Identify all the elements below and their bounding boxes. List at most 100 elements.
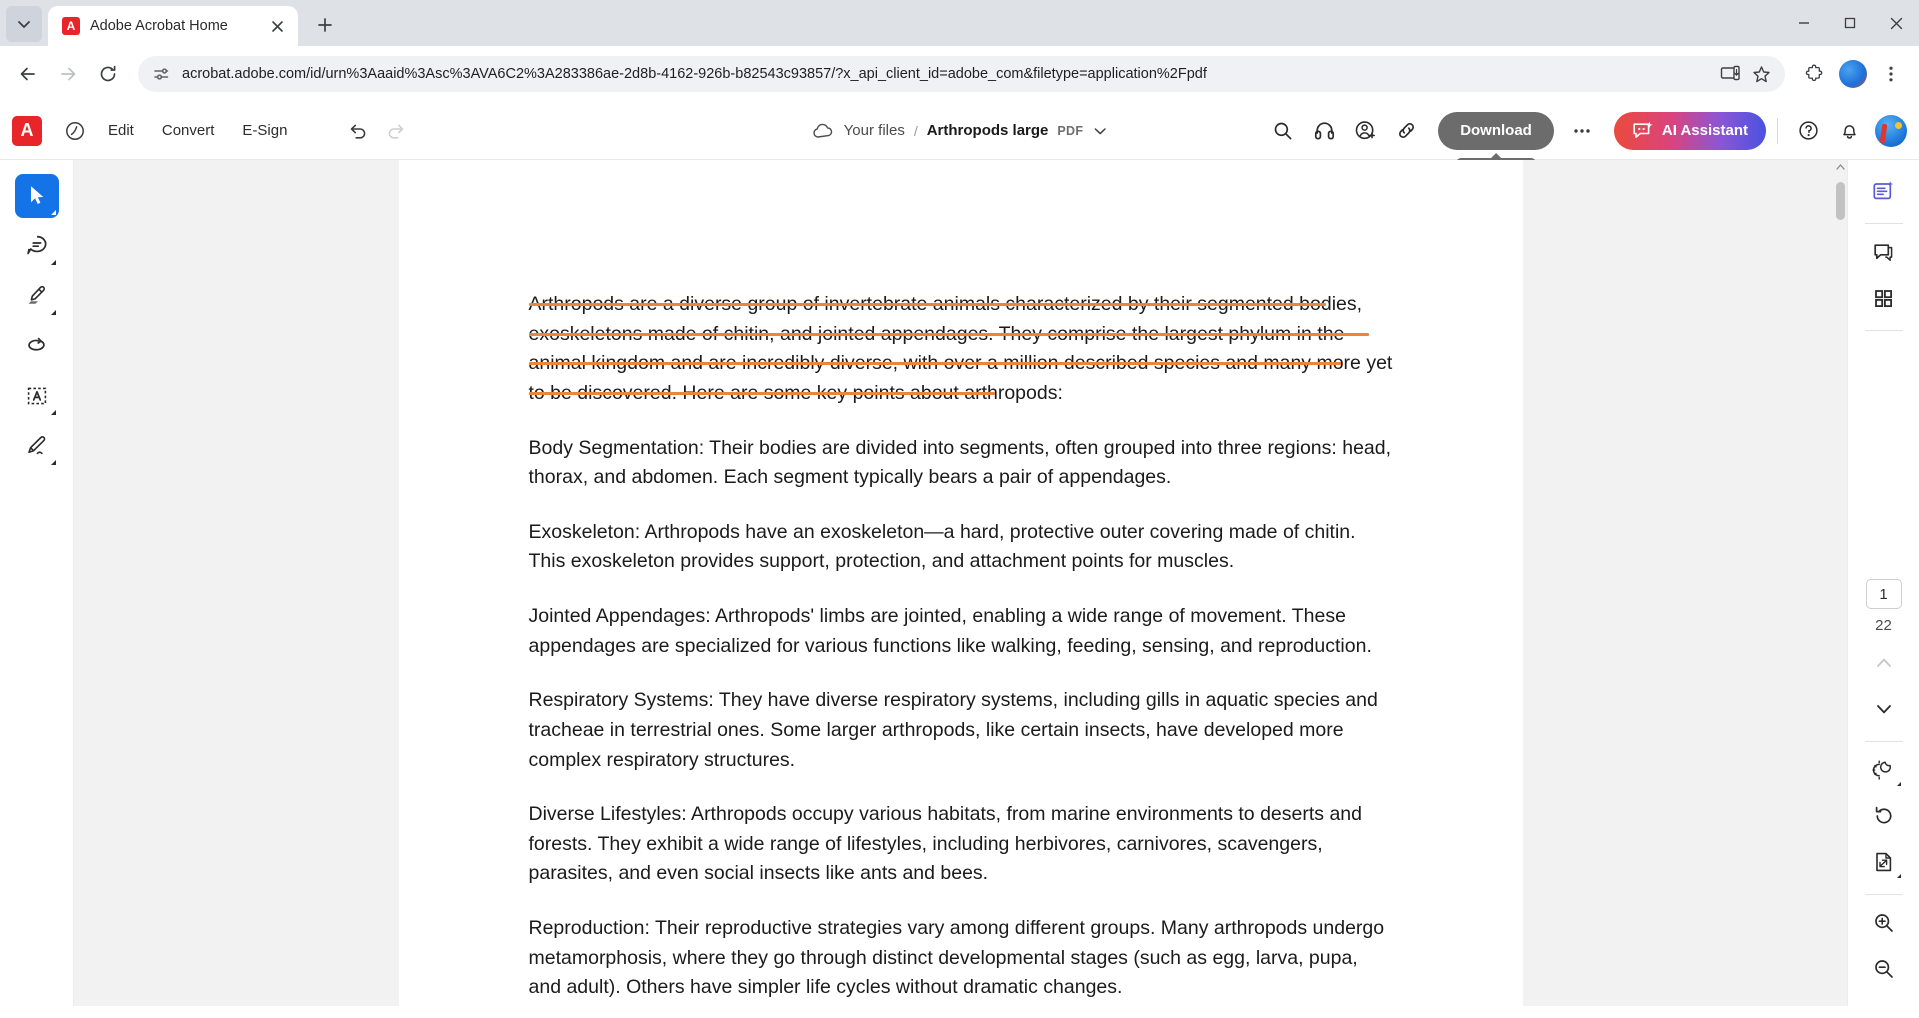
new-tab-button[interactable] — [308, 8, 342, 42]
cursor-arrow-icon — [30, 186, 43, 204]
thumbnails-panel-button[interactable] — [1863, 277, 1905, 319]
notifications-button[interactable] — [1830, 112, 1868, 150]
draw-tool-button[interactable] — [15, 324, 59, 368]
select-tool-button[interactable] — [14, 174, 59, 218]
forward-button[interactable] — [50, 56, 86, 92]
fit-page-button[interactable] — [1863, 841, 1905, 883]
right-tool-rail: 1 22 — [1847, 160, 1919, 1006]
tab-search-button[interactable] — [6, 6, 42, 42]
extensions-button[interactable] — [1797, 56, 1833, 92]
ai-assistant-label: AI Assistant — [1661, 122, 1748, 139]
paragraph-text: Arthropods are a diverse group of invert… — [528, 293, 1393, 404]
scroll-up-arrow-icon[interactable] — [1833, 160, 1847, 174]
headphones-icon — [1314, 122, 1334, 140]
page-total-label: 22 — [1875, 617, 1892, 634]
paragraph-diverse-lifestyles[interactable]: Diverse Lifestyles: Arthropods occupy va… — [529, 800, 1393, 889]
paragraph-exoskeleton[interactable]: Exoskeleton: Arthropods have an exoskele… — [529, 518, 1393, 577]
scrollbar-thumb[interactable] — [1836, 182, 1845, 220]
left-tool-rail — [0, 160, 74, 1006]
bookmark-star-icon[interactable] — [1752, 65, 1771, 84]
download-button[interactable]: Download Download — [1438, 111, 1554, 183]
strikethrough-line — [528, 332, 1369, 336]
zoom-in-button[interactable] — [1863, 902, 1905, 944]
document-scrollbar[interactable] — [1833, 160, 1847, 1006]
close-window-button[interactable] — [1873, 0, 1919, 46]
adobe-acrobat-logo-icon[interactable]: A — [12, 115, 42, 146]
browser-menu-button[interactable] — [1873, 56, 1909, 92]
browser-profile-avatar[interactable] — [1839, 60, 1867, 88]
signature-tool-button[interactable] — [15, 424, 59, 468]
document-scroll-area[interactable]: Arthropods are a diverse group of invert… — [74, 160, 1847, 1006]
paragraph-intro-struck[interactable]: Arthropods are a diverse group of invert… — [528, 290, 1393, 409]
file-type-badge: PDF — [1057, 123, 1084, 138]
paragraph-jointed-appendages[interactable]: Jointed Appendages: Arthropods' limbs ar… — [529, 602, 1393, 661]
bell-icon — [1842, 125, 1856, 139]
close-icon — [1890, 17, 1902, 29]
header-actions: Download Download AI Assistant — [1264, 111, 1907, 183]
redo-icon — [389, 124, 404, 139]
more-options-button[interactable] — [1563, 112, 1601, 150]
ai-summary-panel-button[interactable] — [1863, 170, 1905, 212]
paragraph-body-segmentation[interactable]: Body Segmentation: Their bodies are divi… — [529, 434, 1393, 493]
add-person-button[interactable] — [1346, 112, 1384, 150]
paragraph-respiratory-systems[interactable]: Respiratory Systems: They have diverse r… — [529, 686, 1393, 775]
rail-divider — [1864, 223, 1903, 224]
site-settings-icon[interactable] — [152, 65, 170, 83]
rotate-button[interactable] — [1863, 795, 1905, 837]
highlight-tool-button[interactable] — [15, 274, 59, 318]
comments-panel-button[interactable] — [1863, 231, 1905, 273]
grid-squares-icon — [1875, 289, 1892, 307]
chevron-down-icon — [1876, 705, 1891, 714]
paragraph-reproduction[interactable]: Reproduction: Their reproductive strateg… — [529, 914, 1393, 1003]
redo-button[interactable] — [377, 112, 415, 150]
paragraph-intro-repeat[interactable]: Arthropods are a diverse group of invert… — [529, 1003, 1393, 1007]
listen-button[interactable] — [1305, 112, 1343, 150]
display-mode-button[interactable] — [1863, 749, 1905, 791]
previous-page-button[interactable] — [1863, 642, 1905, 684]
minimize-window-button[interactable] — [1781, 0, 1827, 46]
tool-caret-icon — [50, 460, 56, 465]
rail-caret-icon — [1896, 782, 1901, 786]
undo-button[interactable] — [339, 112, 377, 150]
back-button[interactable] — [10, 56, 46, 92]
address-bar[interactable]: acrobat.adobe.com/id/urn%3Aaaid%3Asc%3AV… — [138, 56, 1785, 92]
add-person-icon — [1355, 121, 1375, 140]
strikethrough-line — [528, 362, 1341, 365]
chevron-down-icon — [18, 21, 30, 28]
menu-item-edit[interactable]: Edit — [94, 114, 148, 147]
zoom-out-button[interactable] — [1863, 948, 1905, 990]
tool-caret-icon — [50, 210, 56, 215]
ai-assistant-button[interactable]: AI Assistant — [1613, 111, 1766, 150]
page-number-input[interactable]: 1 — [1865, 579, 1902, 609]
rail-divider — [1864, 330, 1903, 331]
app-body: Arthropods are a diverse group of invert… — [0, 160, 1919, 1006]
highlighter-pen-icon — [28, 285, 45, 304]
download-button-label: Download — [1460, 122, 1532, 139]
user-avatar[interactable] — [1875, 114, 1907, 147]
next-page-button[interactable] — [1863, 688, 1905, 730]
search-button[interactable] — [1264, 112, 1302, 150]
maximize-window-button[interactable] — [1827, 0, 1873, 46]
menu-item-esign[interactable]: E-Sign — [228, 114, 301, 147]
url-text: acrobat.adobe.com/id/urn%3Aaaid%3Asc%3AV… — [182, 66, 1207, 82]
install-app-icon[interactable] — [1720, 64, 1740, 84]
file-menu-chevron-down-icon[interactable] — [1092, 123, 1108, 139]
breadcrumb-your-files[interactable]: Your files — [844, 122, 905, 139]
link-icon — [1398, 123, 1414, 138]
ai-document-sparkle-icon — [1873, 180, 1893, 199]
reload-icon — [100, 65, 116, 82]
browser-tab-strip: A Adobe Acrobat Home — [0, 0, 1919, 46]
acrobat-home-button[interactable] — [56, 112, 94, 150]
reload-button[interactable] — [90, 56, 126, 92]
browser-toolbar: acrobat.adobe.com/id/urn%3Aaaid%3Asc%3AV… — [0, 46, 1919, 102]
close-icon — [271, 20, 283, 32]
help-button[interactable] — [1789, 112, 1827, 150]
zoom-in-icon — [1874, 914, 1893, 932]
text-box-tool-button[interactable] — [15, 374, 59, 418]
browser-tab-acrobat[interactable]: A Adobe Acrobat Home — [48, 6, 298, 46]
close-tab-button[interactable] — [266, 15, 288, 37]
tool-caret-icon — [50, 310, 56, 315]
share-link-button[interactable] — [1387, 112, 1425, 150]
comment-tool-button[interactable] — [15, 224, 59, 268]
menu-item-convert[interactable]: Convert — [148, 114, 229, 147]
